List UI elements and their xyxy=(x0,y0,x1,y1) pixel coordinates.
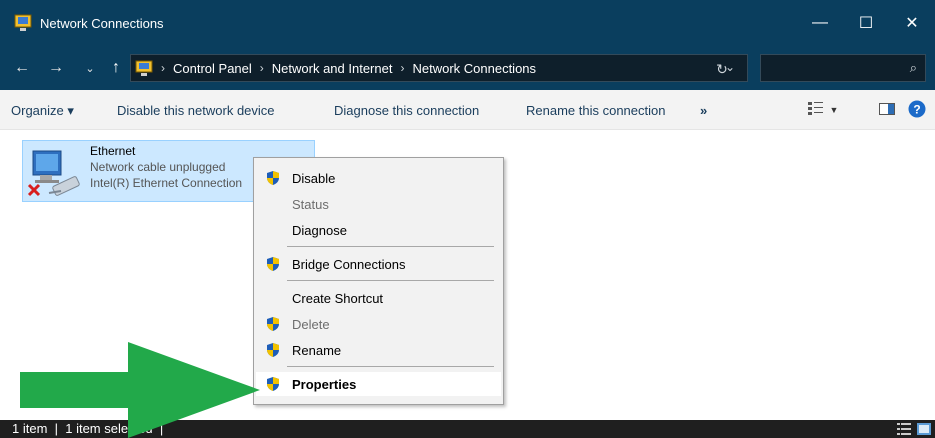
preview-pane-button[interactable] xyxy=(876,100,898,120)
view-options-icon xyxy=(807,101,824,119)
menu-item-label: Create Shortcut xyxy=(292,290,384,306)
title-bar: Network Connections — ☐ ✕ xyxy=(0,0,935,46)
breadcrumb-separator-icon: › xyxy=(400,61,405,75)
menu-item-rename[interactable]: Rename xyxy=(256,338,501,362)
large-icons-view-icon[interactable] xyxy=(917,423,931,438)
menu-item-bridge-connections[interactable]: Bridge Connections xyxy=(256,252,501,276)
menu-item-label: Bridge Connections xyxy=(292,256,406,272)
minimize-button[interactable]: — xyxy=(797,0,843,46)
breadcrumb-separator-icon: › xyxy=(161,61,165,75)
organize-button[interactable]: Organize ▾ xyxy=(11,103,74,119)
uac-shield-icon xyxy=(265,170,281,186)
menu-item-properties[interactable]: Properties xyxy=(256,372,501,396)
preview-pane-icon xyxy=(879,102,895,118)
close-button[interactable]: ✕ xyxy=(889,0,935,46)
back-arrow-icon[interactable]: ← xyxy=(10,53,34,83)
menu-item-label: Diagnose xyxy=(292,222,347,238)
breadcrumb-network-connections[interactable]: Network Connections xyxy=(412,61,536,76)
menu-item-label: Rename xyxy=(292,342,342,358)
menu-item-label: Delete xyxy=(292,316,330,332)
context-menu: Disable Status Diagnose Bridge Connectio… xyxy=(253,157,504,405)
breadcrumb-separator-icon: › xyxy=(259,61,264,75)
menu-separator xyxy=(287,280,494,281)
location-icon xyxy=(135,59,153,77)
menu-item-delete[interactable]: Delete xyxy=(256,312,501,336)
diagnose-connection-button[interactable]: Diagnose this connection xyxy=(334,103,479,118)
menu-item-status[interactable]: Status xyxy=(256,192,501,216)
menu-item-label: Properties xyxy=(292,376,357,392)
connection-status: Network cable unplugged xyxy=(90,160,226,174)
address-bar[interactable]: › Control Panel › Network and Internet ›… xyxy=(130,54,748,82)
maximize-button[interactable]: ☐ xyxy=(843,0,889,46)
uac-shield-icon xyxy=(265,376,281,392)
forward-arrow-icon[interactable]: → xyxy=(44,53,68,83)
uac-shield-icon xyxy=(265,256,281,272)
refresh-icon[interactable]: ↻ xyxy=(710,58,734,80)
menu-item-label: Disable xyxy=(292,170,336,186)
connection-name: Ethernet xyxy=(90,144,136,158)
search-input[interactable]: ⌕ xyxy=(760,54,926,82)
address-row: ← → ⌄ ↑ › Control Panel › Network and In… xyxy=(0,46,935,90)
help-button[interactable]: ? xyxy=(906,100,928,120)
up-arrow-icon[interactable]: ↑ xyxy=(104,53,128,83)
command-bar: Organize ▾ Disable this network device D… xyxy=(0,90,935,130)
uac-shield-icon xyxy=(265,316,281,332)
menu-separator xyxy=(287,246,494,247)
menu-item-create-shortcut[interactable]: Create Shortcut xyxy=(256,286,501,310)
view-dropdown-icon: ▼ xyxy=(829,105,839,115)
change-view-button[interactable]: ▼ xyxy=(806,100,840,120)
svg-text:?: ? xyxy=(913,102,920,116)
details-view-icon[interactable] xyxy=(897,423,911,438)
menu-item-diagnose[interactable]: Diagnose xyxy=(256,218,501,242)
help-icon: ? xyxy=(908,100,926,121)
search-icon: ⌕ xyxy=(909,60,917,75)
more-commands-button[interactable]: » xyxy=(700,103,707,118)
menu-item-label: Status xyxy=(292,196,329,212)
rename-connection-button[interactable]: Rename this connection xyxy=(526,103,665,118)
disable-device-button[interactable]: Disable this network device xyxy=(117,103,275,118)
connection-adapter: Intel(R) Ethernet Connection xyxy=(90,176,243,190)
window-title: Network Connections xyxy=(40,15,164,31)
breadcrumb-control-panel[interactable]: Control Panel xyxy=(173,61,252,76)
uac-shield-icon xyxy=(265,342,281,358)
unplugged-x-icon xyxy=(27,183,41,197)
recent-locations-chevron-icon[interactable]: ⌄ xyxy=(78,53,102,83)
menu-item-disable[interactable]: Disable xyxy=(256,166,501,190)
annotation-arrow xyxy=(20,342,260,438)
menu-separator xyxy=(287,366,494,367)
breadcrumb-network-and-internet[interactable]: Network and Internet xyxy=(272,61,393,76)
network-connections-icon xyxy=(14,14,32,32)
